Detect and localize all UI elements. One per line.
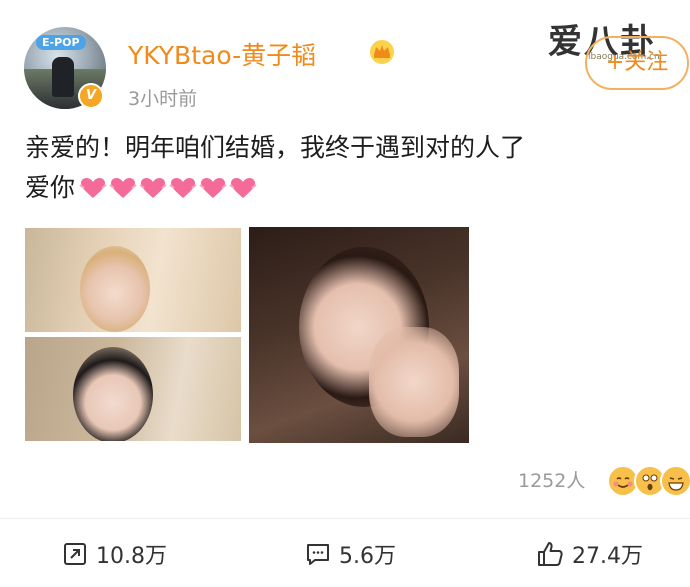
- avatar-tag: E-POP: [36, 35, 86, 50]
- author-name[interactable]: YKYBtao-黄子韬: [128, 36, 316, 72]
- heart-icon: [79, 178, 107, 198]
- reaction-count[interactable]: 1252人: [518, 466, 585, 493]
- heart-icon: [109, 178, 137, 198]
- heart-icon: [169, 178, 197, 198]
- laugh-emoji-icon: [660, 465, 690, 497]
- post-photo-2[interactable]: [25, 337, 241, 441]
- post-body: 亲爱的！明年咱们结婚，我终于遇到对的人了 爱你: [25, 128, 525, 208]
- like-icon: [538, 542, 563, 566]
- divider: [0, 518, 690, 519]
- avatar-person: [52, 57, 74, 97]
- post-photo-3[interactable]: [249, 227, 469, 443]
- post-text-line2-row: 爱你: [25, 168, 525, 208]
- repost-icon: [64, 543, 86, 565]
- verified-icon: V: [78, 83, 104, 109]
- comment-button[interactable]: 5.6万: [305, 538, 396, 570]
- post-time: 3小时前: [128, 88, 198, 110]
- like-button[interactable]: 27.4万: [536, 538, 643, 570]
- like-count: 27.4万: [572, 544, 643, 569]
- comment-icon: [307, 544, 329, 565]
- heart-icon: [139, 178, 167, 198]
- crown-icon: [370, 40, 394, 64]
- comment-count: 5.6万: [339, 544, 396, 569]
- post-text-line2: 爱你: [25, 173, 76, 202]
- photo-hands: [369, 327, 459, 437]
- repost-count: 10.8万: [96, 544, 167, 569]
- heart-icon: [199, 178, 227, 198]
- repost-button[interactable]: 10.8万: [62, 538, 167, 570]
- heart-icon: [229, 178, 257, 198]
- photo-subject: [73, 347, 153, 441]
- heart-emoji-row: [79, 176, 259, 200]
- post-photo-1[interactable]: [25, 228, 241, 332]
- post-text-line1: 亲爱的！明年咱们结婚，我终于遇到对的人了: [25, 133, 526, 162]
- follow-button[interactable]: +关注: [585, 36, 689, 90]
- photo-subject: [80, 246, 150, 332]
